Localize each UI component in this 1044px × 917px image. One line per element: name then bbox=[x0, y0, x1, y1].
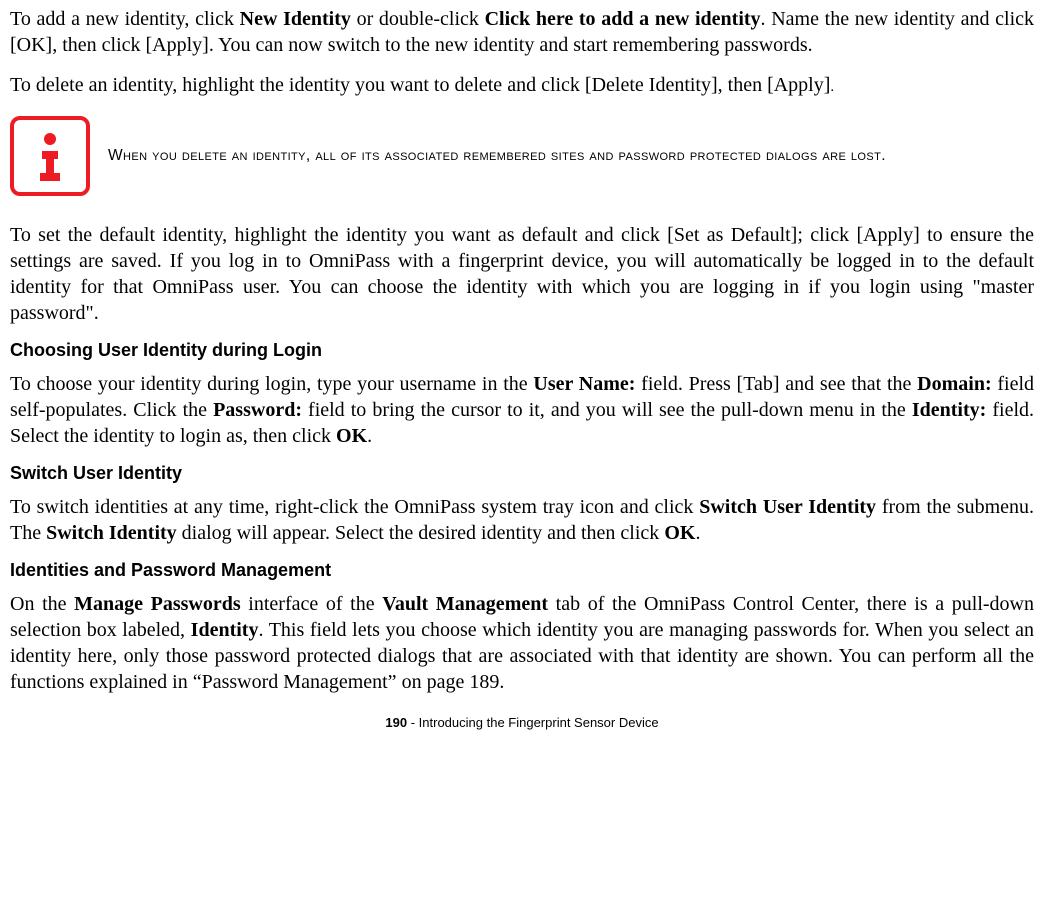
paragraph-add-identity: To add a new identity, click New Identit… bbox=[10, 6, 1034, 58]
text: To add a new identity, click bbox=[10, 8, 240, 30]
bold-new-identity: New Identity bbox=[240, 8, 351, 30]
paragraph-choosing-identity: To choose your identity during login, ty… bbox=[10, 371, 1034, 449]
text: To switch identities at any time, right-… bbox=[10, 496, 699, 518]
page-footer: 190 - Introducing the Fingerprint Sensor… bbox=[10, 715, 1034, 730]
text: To delete an identity, highlight the ide… bbox=[10, 74, 830, 96]
text: dialog will appear. Select the desired i… bbox=[177, 522, 665, 544]
bold-manage-passwords: Manage Passwords bbox=[74, 593, 241, 615]
text: interface of the bbox=[241, 593, 383, 615]
text: field. Press [Tab] and see that the bbox=[635, 373, 917, 395]
bold-identity: Identity: bbox=[912, 399, 986, 421]
bold-domain: Domain: bbox=[917, 373, 991, 395]
text: or double-click bbox=[351, 8, 485, 30]
footer-title: Introducing the Fingerprint Sensor Devic… bbox=[419, 715, 659, 730]
bold-ok: OK bbox=[664, 522, 695, 544]
bold-password: Password: bbox=[213, 399, 302, 421]
text: To choose your identity during login, ty… bbox=[10, 373, 533, 395]
bold-ok: OK bbox=[336, 425, 367, 447]
paragraph-password-management: On the Manage Passwords interface of the… bbox=[10, 591, 1034, 695]
heading-switch-identity: Switch User Identity bbox=[10, 463, 1034, 484]
bold-vault-management: Vault Management bbox=[382, 593, 548, 615]
text: . bbox=[367, 425, 372, 447]
bold-user-name: User Name: bbox=[533, 373, 635, 395]
info-icon bbox=[10, 116, 90, 196]
page-number: 190 bbox=[385, 715, 407, 730]
bold-switch-identity: Switch Identity bbox=[46, 522, 177, 544]
bold-identity-label: Identity bbox=[191, 619, 259, 641]
text: field to bring the cursor to it, and you… bbox=[302, 399, 912, 421]
info-note: When you delete an identity, all of its … bbox=[10, 112, 1034, 200]
paragraph-switch-identity: To switch identities at any time, right-… bbox=[10, 494, 1034, 546]
footer-separator: - bbox=[407, 715, 419, 730]
document-page: To add a new identity, click New Identit… bbox=[0, 0, 1044, 750]
heading-password-management: Identities and Password Management bbox=[10, 560, 1034, 581]
bold-click-here: Click here to add a new identity bbox=[485, 8, 761, 30]
bold-switch-user-identity: Switch User Identity bbox=[699, 496, 876, 518]
text: On the bbox=[10, 593, 74, 615]
heading-choosing-identity: Choosing User Identity during Login bbox=[10, 340, 1034, 361]
paragraph-delete-identity: To delete an identity, highlight the ide… bbox=[10, 72, 1034, 98]
text-small-period: . bbox=[830, 79, 834, 95]
text: . bbox=[695, 522, 700, 544]
paragraph-set-default: To set the default identity, highlight t… bbox=[10, 222, 1034, 326]
info-note-text: When you delete an identity, all of its … bbox=[108, 145, 886, 167]
